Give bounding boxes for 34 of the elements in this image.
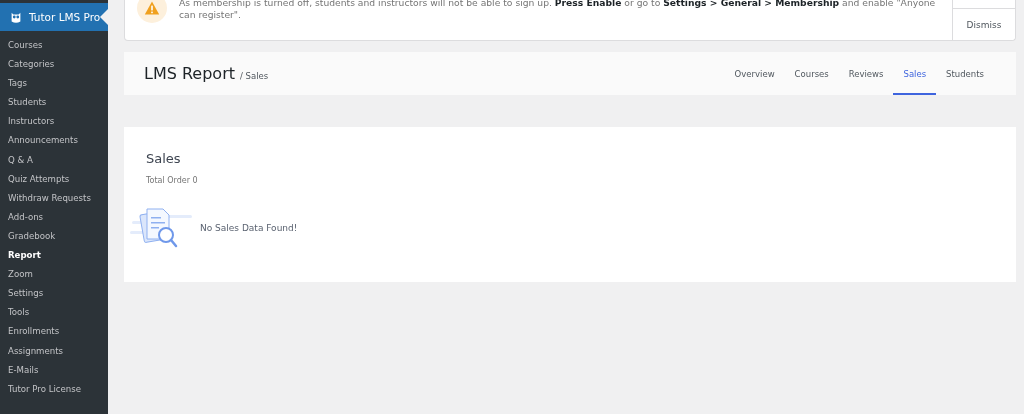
sidebar-item[interactable]: Enrollments [0,322,108,342]
document-search-icon [130,207,194,249]
sidebar-item[interactable]: Add-ons [0,207,108,227]
sidebar-item[interactable]: Categories [0,55,108,75]
sidebar-header[interactable]: Tutor LMS Pro [0,3,108,31]
sidebar-item[interactable]: Tools [0,303,108,323]
report-tab[interactable]: Overview [724,54,785,95]
sidebar-item[interactable]: Withdraw Requests [0,188,108,208]
total-order: Total Order 0 [146,176,199,185]
sidebar-item[interactable]: E-Mails [0,360,108,380]
report-tab[interactable]: Reviews [838,54,894,95]
sidebar-item[interactable]: Settings [0,284,108,304]
sidebar-item[interactable]: Tutor Pro License [0,379,108,399]
report-tab[interactable]: Sales [893,54,937,95]
report-tab[interactable]: Students [936,54,994,95]
sidebar-item[interactable]: Q & A [0,150,108,170]
owl-icon [9,10,23,24]
plugin-title: Tutor LMS Pro [29,11,101,23]
sidebar-item[interactable]: Quiz Attempts [0,169,108,189]
page-title: LMS Report [144,64,235,83]
empty-message: No Sales Data Found! [200,223,298,233]
sidebar-item[interactable]: Report [0,246,108,266]
sidebar-item[interactable]: Assignments [0,341,108,361]
sidebar-item[interactable]: Courses [0,36,108,56]
sidebar-item[interactable]: Instructors [0,112,108,132]
current-arrow-icon [100,9,108,25]
report-tab[interactable]: Courses [784,54,839,95]
sidebar-item[interactable]: Gradebook [0,226,108,247]
sidebar-item[interactable]: Zoom [0,265,108,285]
sidebar-item[interactable]: Students [0,93,108,113]
section-title: Sales [146,151,182,166]
sidebar-item[interactable]: Announcements [0,131,108,151]
breadcrumb: / Sales [240,71,269,81]
sidebar-item[interactable]: Tags [0,74,108,94]
